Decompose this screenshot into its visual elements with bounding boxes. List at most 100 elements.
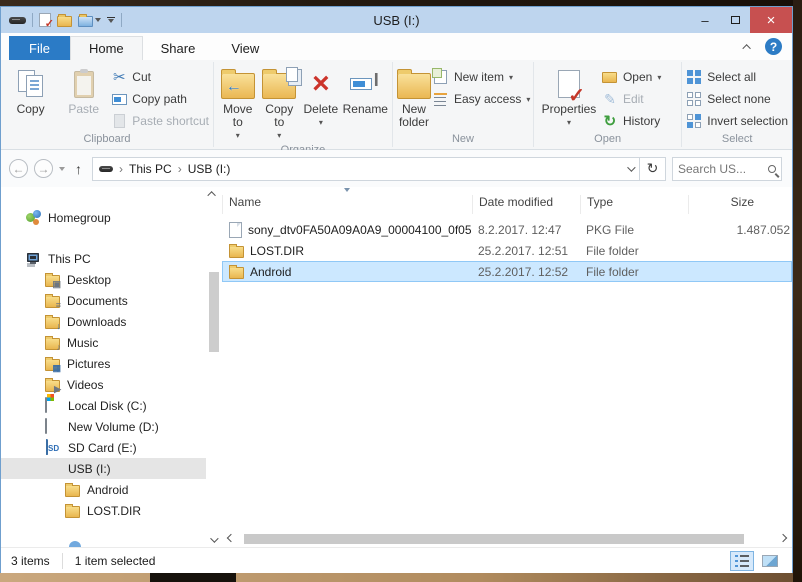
folder-icon: [65, 485, 80, 497]
sidebar-scrollbar[interactable]: [206, 187, 222, 547]
sidebar-item-documents[interactable]: ≡ Documents: [1, 290, 206, 311]
recent-locations-icon[interactable]: [59, 167, 65, 171]
copy-button[interactable]: Copy: [5, 64, 56, 116]
scroll-up-icon[interactable]: [207, 191, 215, 199]
up-button[interactable]: ↑: [71, 161, 86, 177]
downloads-folder-icon: ↓: [45, 317, 60, 329]
tab-view[interactable]: View: [213, 36, 277, 60]
documents-folder-icon: ≡: [45, 296, 60, 308]
invert-selection-button[interactable]: Invert selection: [686, 112, 788, 130]
file-rows: sony_dtv0FA50A09A0A9_00004100_0f050... 8…: [222, 214, 792, 531]
easy-access-icon: [433, 91, 449, 107]
paste-shortcut-icon: [111, 113, 127, 129]
dropdown-icon: [95, 18, 101, 22]
sidebar-item-sd-card-e[interactable]: SD Card (E:): [1, 437, 206, 458]
group-select: Select all Select none Invert selection …: [682, 60, 792, 149]
select-all-button[interactable]: Select all: [686, 68, 788, 86]
tab-share[interactable]: Share: [143, 36, 214, 60]
sidebar-item-usb-i[interactable]: USB (I:): [1, 458, 206, 479]
column-headers: Name Date modified Type Size: [222, 187, 792, 214]
sidebar-item-music[interactable]: ♪ Music: [1, 332, 206, 353]
customize-toolbar-button[interactable]: [107, 17, 115, 24]
delete-icon: ×: [312, 67, 330, 101]
tab-home[interactable]: Home: [70, 36, 143, 60]
open-icon: [602, 69, 618, 85]
sidebar-item-lost-dir[interactable]: LOST.DIR: [1, 500, 206, 521]
history-button[interactable]: ↻ History: [602, 112, 661, 130]
forward-button[interactable]: →: [34, 159, 53, 178]
file-row-sony-pkg[interactable]: sony_dtv0FA50A09A0A9_00004100_0f050... 8…: [222, 219, 792, 240]
file-row-android[interactable]: Android 25.2.2017. 12:52 File folder: [222, 261, 792, 282]
breadcrumb-this-pc[interactable]: This PC: [129, 162, 172, 176]
properties-icon[interactable]: ✓: [39, 13, 51, 27]
easy-access-button[interactable]: Easy access▾: [433, 90, 530, 108]
select-none-button[interactable]: Select none: [686, 90, 788, 108]
details-view-button[interactable]: [730, 551, 754, 571]
desktop-background: [0, 573, 802, 582]
search-input[interactable]: [678, 162, 768, 176]
sd-card-icon: [45, 440, 61, 456]
horizontal-scrollbar[interactable]: [222, 531, 792, 547]
refresh-button[interactable]: ↻: [640, 157, 666, 181]
sidebar-item-android[interactable]: Android: [1, 479, 206, 500]
rename-button[interactable]: I Rename: [343, 64, 388, 116]
sidebar-item-desktop[interactable]: ▣ Desktop: [1, 269, 206, 290]
address-bar[interactable]: › This PC › USB (I:): [92, 157, 640, 181]
usb-drive-icon: [9, 17, 26, 24]
sidebar-item-pictures[interactable]: ▦ Pictures: [1, 353, 206, 374]
details-view-icon: [735, 555, 749, 567]
sidebar-item-homegroup[interactable]: Homegroup: [1, 207, 206, 228]
help-icon[interactable]: ?: [765, 38, 782, 55]
scroll-left-icon[interactable]: [227, 534, 235, 542]
address-dropdown-icon[interactable]: [627, 163, 635, 171]
edit-icon: ✎: [602, 91, 618, 107]
search-box[interactable]: [672, 157, 782, 181]
sort-indicator-icon: [344, 188, 350, 192]
column-type[interactable]: Type: [580, 195, 688, 214]
copy-path-button[interactable]: Copy path: [111, 90, 209, 108]
new-folder-button[interactable]: New folder: [397, 64, 431, 129]
open-button[interactable]: Open▾: [602, 68, 661, 86]
delete-button[interactable]: × Delete▾: [301, 64, 341, 129]
minimize-ribbon-icon[interactable]: [742, 44, 750, 52]
new-item-button[interactable]: New item▾: [433, 68, 530, 86]
scissors-icon: ✂: [111, 69, 127, 85]
scrollbar-thumb[interactable]: [244, 534, 744, 544]
navigation-bar: ← → ↑ › This PC › USB (I:) ↻: [1, 150, 792, 187]
items-count: 3 items: [11, 554, 50, 568]
column-date-modified[interactable]: Date modified: [472, 195, 580, 214]
select-all-icon: [686, 69, 702, 85]
move-to-button[interactable]: ← Move to▾: [218, 64, 258, 142]
maximize-button[interactable]: [720, 7, 750, 33]
edit-button[interactable]: ✎ Edit: [602, 90, 661, 108]
breadcrumb-usb[interactable]: USB (I:): [188, 162, 231, 176]
sidebar-item-local-disk-c[interactable]: Local Disk (C:): [1, 395, 206, 416]
paste-shortcut-button[interactable]: Paste shortcut: [111, 112, 209, 130]
close-button[interactable]: ×: [750, 7, 792, 33]
properties-button[interactable]: Properties▾: [538, 64, 600, 129]
scroll-right-icon[interactable]: [779, 534, 787, 542]
minimize-button[interactable]: –: [690, 7, 720, 33]
folder-icon: [65, 506, 80, 518]
usb-drive-icon: [45, 461, 61, 477]
tab-file[interactable]: File: [9, 36, 70, 60]
sidebar-item-videos[interactable]: ▶ Videos: [1, 374, 206, 395]
scrollbar-thumb[interactable]: [209, 272, 219, 352]
scroll-down-icon[interactable]: [210, 534, 218, 542]
cut-button[interactable]: ✂ Cut: [111, 68, 209, 86]
group-label: Select: [686, 131, 788, 149]
status-bar: 3 items 1 item selected: [1, 547, 792, 574]
paste-button[interactable]: Paste: [58, 64, 109, 116]
file-row-lost-dir[interactable]: LOST.DIR 25.2.2017. 12:51 File folder: [222, 240, 792, 261]
back-button[interactable]: ←: [9, 159, 28, 178]
sidebar-item-this-pc[interactable]: This PC: [1, 248, 206, 269]
new-folder-icon[interactable]: [57, 16, 72, 27]
explorer-menu-button[interactable]: [78, 13, 101, 27]
thumbnails-view-button[interactable]: [758, 551, 782, 571]
sidebar-item-new-volume-d[interactable]: New Volume (D:): [1, 416, 206, 437]
column-size[interactable]: Size: [688, 195, 792, 214]
quick-access-toolbar: ✓: [9, 13, 122, 27]
copy-to-button[interactable]: Copy to▾: [260, 64, 300, 142]
column-name[interactable]: Name: [222, 195, 472, 214]
sidebar-item-downloads[interactable]: ↓ Downloads: [1, 311, 206, 332]
